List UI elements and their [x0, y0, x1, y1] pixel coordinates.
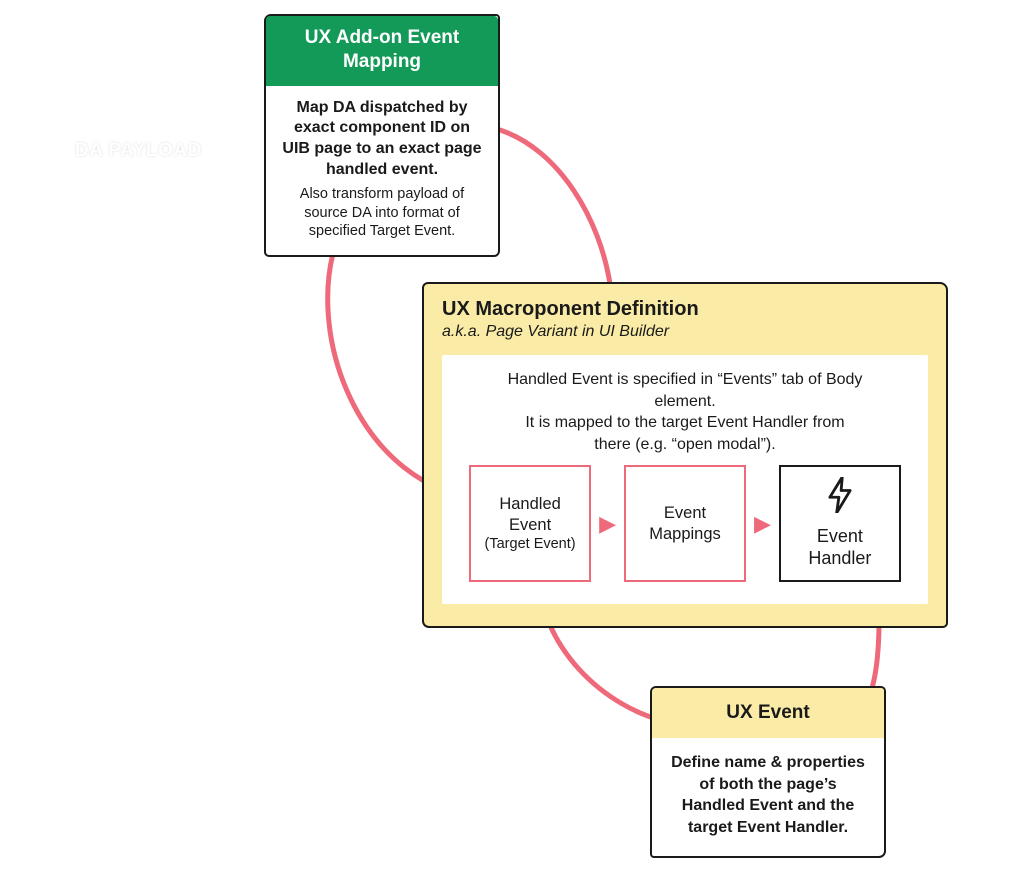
addon-header: UX Add-on Event Mapping: [266, 16, 498, 86]
macro-description: Handled Event is specified in “Events” t…: [505, 369, 865, 455]
ux-macroponent-definition: UX Macroponent Definition a.k.a. Page Va…: [422, 282, 948, 628]
handled-event-label: Handled Event: [481, 494, 579, 535]
ux-event-body: Define name & properties of both the pag…: [652, 738, 884, 856]
handled-event-box: Handled Event (Target Event): [469, 465, 591, 582]
handled-event-sub: (Target Event): [485, 535, 576, 553]
event-handler-label: Event Handler: [791, 525, 889, 570]
event-handler-box: Event Handler: [779, 465, 901, 582]
event-mappings-box: Event Mappings: [624, 465, 746, 582]
addon-sub-text: Also transform payload of source DA into…: [280, 185, 484, 242]
arrow-icon: ▶: [597, 513, 618, 535]
ux-event-card: UX Event Define name & properties of bot…: [650, 686, 886, 858]
addon-body: Map DA dispatched by exact component ID …: [266, 86, 498, 256]
macro-title: UX Macroponent Definition: [442, 298, 928, 321]
event-mappings-label: Event Mappings: [636, 503, 734, 544]
da-payload-label: DA PAYLOAD: [75, 140, 202, 162]
ux-addon-event-mapping-card: UX Add-on Event Mapping Map DA dispatche…: [264, 14, 500, 257]
macro-inner: Handled Event is specified in “Events” t…: [442, 355, 928, 604]
arrow-icon: ▶: [752, 513, 773, 535]
bolt-icon: [826, 477, 854, 519]
macro-subtitle: a.k.a. Page Variant in UI Builder: [442, 323, 928, 341]
addon-main-text: Map DA dispatched by exact component ID …: [280, 98, 484, 181]
ux-event-header: UX Event: [652, 688, 884, 738]
flow-row: Handled Event (Target Event) ▶ Event Map…: [460, 465, 910, 582]
